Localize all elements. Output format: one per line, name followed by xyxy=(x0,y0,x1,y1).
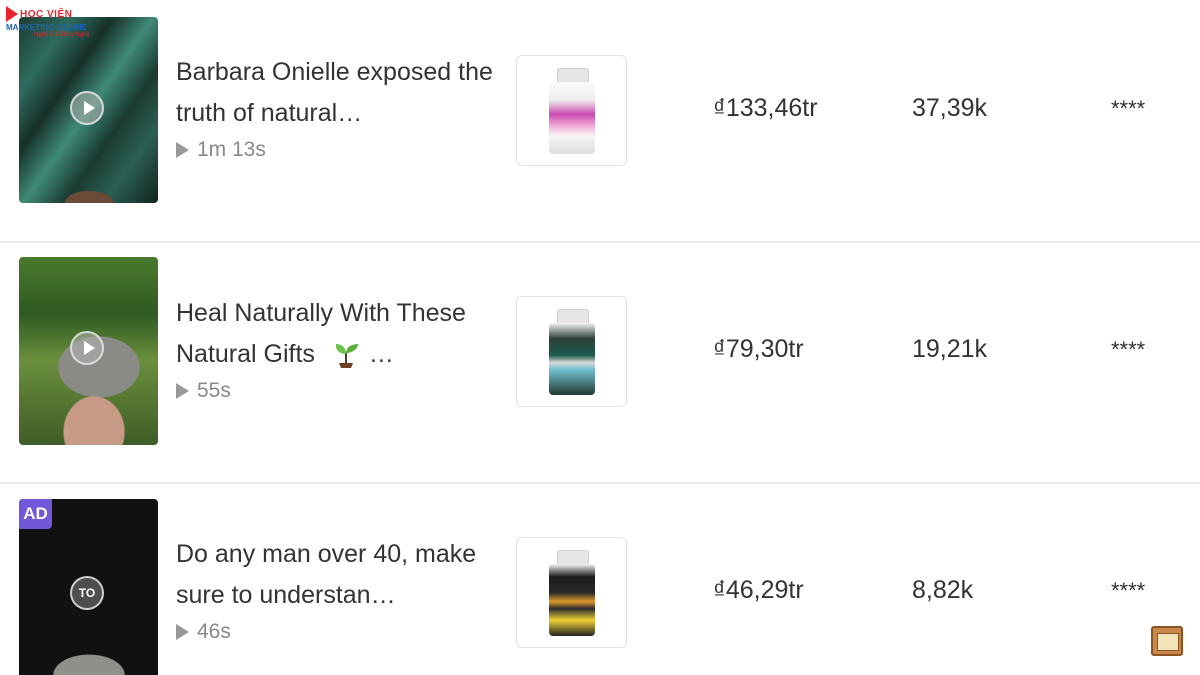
video-duration: 46s xyxy=(176,620,231,644)
sales-count: 19,21k xyxy=(912,335,988,363)
revenue-value: ₫133,46tr xyxy=(713,94,818,122)
video-thumbnail[interactable] xyxy=(19,17,158,203)
title-ellipsis: … xyxy=(368,340,394,368)
supplement-bottle-image xyxy=(549,550,595,636)
video-title-text: Heal Naturally With These Natural Gifts xyxy=(176,299,466,368)
table-row[interactable]: AD TO Do any man over 40, make sure to u… xyxy=(0,482,1200,675)
video-title[interactable]: Barbara Onielle exposed the truth of nat… xyxy=(176,52,496,134)
rating-value: **** xyxy=(1111,96,1146,121)
video-title[interactable]: Do any man over 40, make sure to underst… xyxy=(176,534,496,616)
video-title[interactable]: Heal Naturally With These Natural Gifts … xyxy=(176,293,496,375)
supplement-bottle-image xyxy=(549,68,595,154)
duration-text: 1m 13s xyxy=(197,138,266,161)
logo-mark-icon xyxy=(6,6,18,22)
play-triangle-icon xyxy=(176,383,189,399)
duration-text: 46s xyxy=(197,620,231,643)
logo-brand-text: HỌC VIỆN xyxy=(20,8,73,20)
video-thumbnail[interactable] xyxy=(19,257,158,445)
rating-value: **** xyxy=(1111,337,1146,362)
table-row[interactable]: Heal Naturally With These Natural Gifts … xyxy=(0,241,1200,484)
video-duration: 55s xyxy=(176,379,231,403)
rating-value: **** xyxy=(1111,578,1146,603)
revenue-value: ₫79,30tr xyxy=(713,335,804,363)
play-icon[interactable] xyxy=(70,331,104,365)
sales-count: 8,82k xyxy=(912,576,974,604)
product-thumbnail[interactable] xyxy=(516,55,627,166)
supplement-bottle-image xyxy=(549,309,595,395)
video-thumbnail[interactable]: AD TO xyxy=(19,499,158,675)
table-row[interactable]: Barbara Onielle exposed the truth of nat… xyxy=(0,0,1200,243)
brand-logo: HỌC VIỆN MARKETING ONLINE Nghề Cá Công N… xyxy=(6,6,102,42)
media-icon[interactable] xyxy=(1151,626,1183,656)
play-icon[interactable] xyxy=(70,91,104,125)
seedling-icon xyxy=(335,344,358,369)
tiktok-play-icon[interactable]: TO xyxy=(70,576,104,610)
duration-text: 55s xyxy=(197,379,231,402)
ad-badge: AD xyxy=(19,499,52,529)
product-thumbnail[interactable] xyxy=(516,296,627,407)
product-thumbnail[interactable] xyxy=(516,537,627,648)
sales-count: 37,39k xyxy=(912,94,988,122)
logo-tagline: Nghề Cá Công Nghệ xyxy=(34,32,90,38)
logo-subtitle: MARKETING ONLINE xyxy=(6,23,87,32)
video-duration: 1m 13s xyxy=(176,138,266,162)
play-triangle-icon xyxy=(176,624,189,640)
play-triangle-icon xyxy=(176,142,189,158)
revenue-value: ₫46,29tr xyxy=(713,576,804,604)
